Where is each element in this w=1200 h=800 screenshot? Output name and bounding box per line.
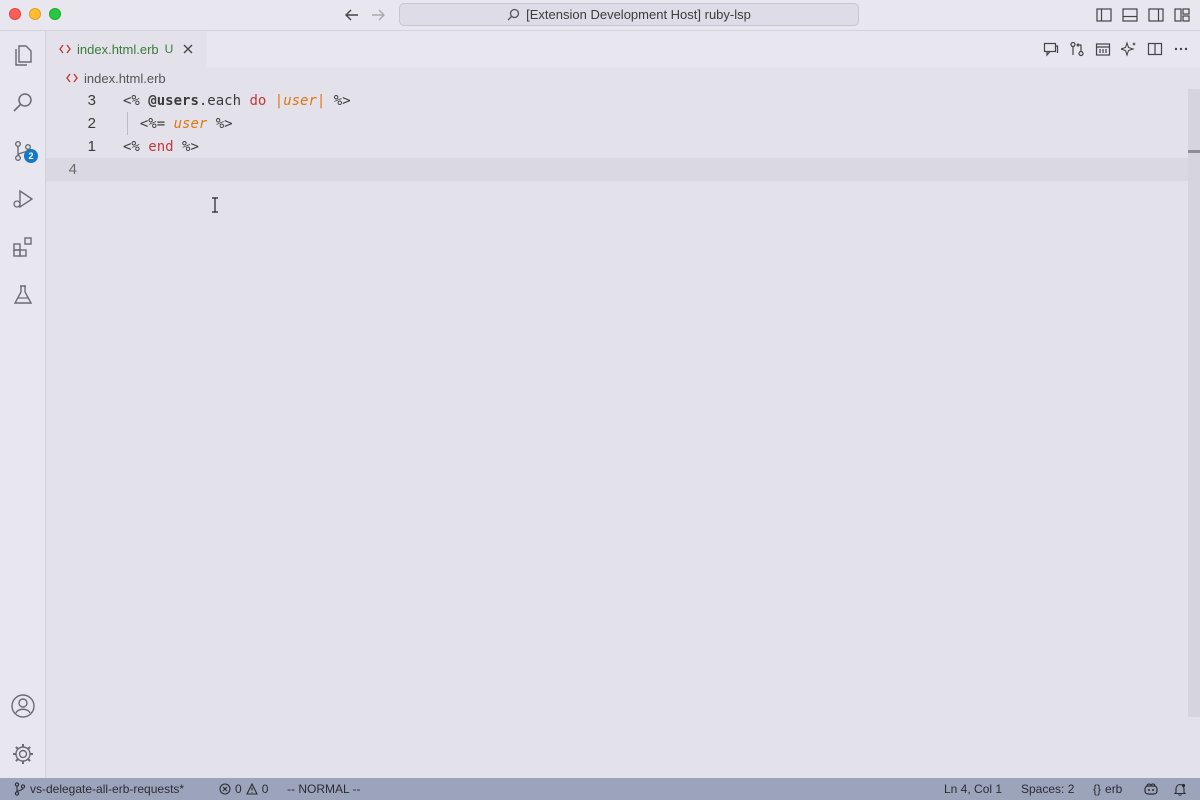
line-number: 4 xyxy=(68,161,77,178)
notifications-bell-icon[interactable] xyxy=(1174,778,1186,800)
error-icon xyxy=(219,783,231,795)
back-arrow-icon[interactable] xyxy=(342,5,362,25)
accounts-icon[interactable] xyxy=(0,682,46,730)
toggle-panel-icon[interactable] xyxy=(1121,6,1139,24)
editor-actions xyxy=(1042,40,1190,58)
editor-tab-bar: index.html.erb U xyxy=(46,31,1200,67)
search-icon[interactable] xyxy=(0,79,46,127)
toggle-secondary-sidebar-icon[interactable] xyxy=(1147,6,1165,24)
toggle-primary-sidebar-icon[interactable] xyxy=(1095,6,1113,24)
manage-gear-icon[interactable] xyxy=(0,730,46,778)
editor-line: 1 <% end %> xyxy=(46,135,1188,158)
run-debug-icon[interactable] xyxy=(0,175,46,223)
warning-count: 0 xyxy=(261,782,269,796)
search-icon xyxy=(507,8,520,21)
close-window-button[interactable] xyxy=(9,8,21,20)
editor-line: 3 <% @users.each do |user| %> xyxy=(46,89,1188,112)
line-number: 3 xyxy=(87,92,96,109)
minimize-window-button[interactable] xyxy=(29,8,41,20)
source-control-badge: 2 xyxy=(24,149,38,163)
line-code: <%= user %> xyxy=(139,115,233,132)
split-editor-icon[interactable] xyxy=(1146,40,1164,58)
extensions-icon[interactable] xyxy=(0,223,46,271)
editor-scrollbar[interactable] xyxy=(1188,89,1200,717)
sparkle-icon[interactable] xyxy=(1120,40,1138,58)
line-number: 2 xyxy=(87,115,96,132)
copilot-icon[interactable] xyxy=(1144,778,1158,800)
open-changes-icon[interactable] xyxy=(1068,40,1086,58)
title-bar: [Extension Development Host] ruby-lsp xyxy=(0,0,1200,31)
window-title: [Extension Development Host] ruby-lsp xyxy=(526,7,751,22)
branch-name: vs-delegate-all-erb-requests* xyxy=(30,782,185,796)
status-bar: vs-delegate-all-erb-requests* 0 0 -- NOR… xyxy=(0,778,1200,800)
untracked-status-badge: U xyxy=(164,42,174,56)
command-center-search[interactable]: [Extension Development Host] ruby-lsp xyxy=(399,3,859,26)
more-actions-icon[interactable] xyxy=(1172,40,1190,58)
breadcrumb-file[interactable]: index.html.erb xyxy=(84,71,166,86)
editor-line: 2 <%= user %> xyxy=(46,112,1188,135)
error-count: 0 xyxy=(235,782,242,796)
testing-flask-icon[interactable] xyxy=(0,271,46,319)
text-cursor-icon xyxy=(212,197,218,213)
forward-arrow-icon[interactable] xyxy=(368,5,388,25)
git-branch-icon xyxy=(14,782,26,796)
cursor-position-status[interactable]: Ln 4, Col 1 xyxy=(944,778,1002,800)
scrollbar-cursor-marker xyxy=(1188,150,1200,153)
open-preview-icon[interactable] xyxy=(1094,40,1112,58)
customize-layout-icon[interactable] xyxy=(1173,6,1191,24)
editor-current-line: 4 xyxy=(46,158,1188,181)
editor-tab-index-html-erb[interactable]: index.html.erb U xyxy=(46,31,207,67)
activity-bar: 2 xyxy=(0,31,46,778)
language-mode-status[interactable]: {} erb xyxy=(1093,778,1122,800)
code-file-icon xyxy=(66,73,78,83)
indentation-status[interactable]: Spaces: 2 xyxy=(1021,778,1074,800)
line-code: <% @users.each do |user| %> xyxy=(123,92,351,109)
line-number: 1 xyxy=(87,138,96,155)
chat-icon[interactable] xyxy=(1042,40,1060,58)
braces-icon: {} xyxy=(1093,782,1102,796)
branch-status[interactable]: vs-delegate-all-erb-requests* xyxy=(14,778,184,800)
code-editor[interactable]: 3 <% @users.each do |user| %> 2 <%= user… xyxy=(46,89,1188,778)
source-control-icon[interactable]: 2 xyxy=(0,127,46,175)
close-tab-icon[interactable] xyxy=(183,44,193,54)
breadcrumb[interactable]: index.html.erb xyxy=(46,67,1200,89)
problems-status[interactable]: 0 0 xyxy=(219,778,268,800)
explorer-icon[interactable] xyxy=(0,31,46,79)
code-file-icon xyxy=(59,44,71,54)
maximize-window-button[interactable] xyxy=(49,8,61,20)
line-code: <% end %> xyxy=(123,138,199,155)
tab-filename: index.html.erb xyxy=(77,41,159,57)
warning-icon xyxy=(245,783,258,795)
vim-mode-status: -- NORMAL -- xyxy=(287,782,361,796)
